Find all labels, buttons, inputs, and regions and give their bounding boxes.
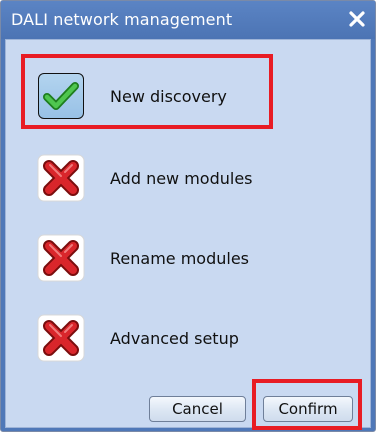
confirm-button[interactable]: Confirm (263, 396, 353, 422)
option-label: Add new modules (110, 168, 253, 188)
option-add-new-modules[interactable]: Add new modules (35, 150, 335, 206)
title-bar: DALI network management (1, 1, 375, 39)
dali-network-management-dialog: DALI network management New discovery Ad… (0, 0, 376, 432)
option-advanced-setup[interactable]: Advanced setup (35, 310, 335, 366)
red-x-icon (37, 154, 85, 202)
red-x-icon (37, 314, 85, 362)
option-label: Advanced setup (110, 328, 239, 348)
dialog-title: DALI network management (11, 10, 233, 29)
options-panel: New discovery Add new modules Rename mod… (5, 39, 371, 428)
red-x-icon (37, 234, 85, 282)
option-new-discovery[interactable]: New discovery (35, 68, 335, 124)
option-label: New discovery (110, 86, 227, 106)
cancel-button[interactable]: Cancel (149, 396, 246, 422)
close-icon (349, 11, 365, 27)
checkmark-icon (38, 73, 84, 119)
option-label: Rename modules (110, 248, 249, 268)
close-button[interactable] (343, 5, 371, 33)
option-rename-modules[interactable]: Rename modules (35, 230, 335, 286)
